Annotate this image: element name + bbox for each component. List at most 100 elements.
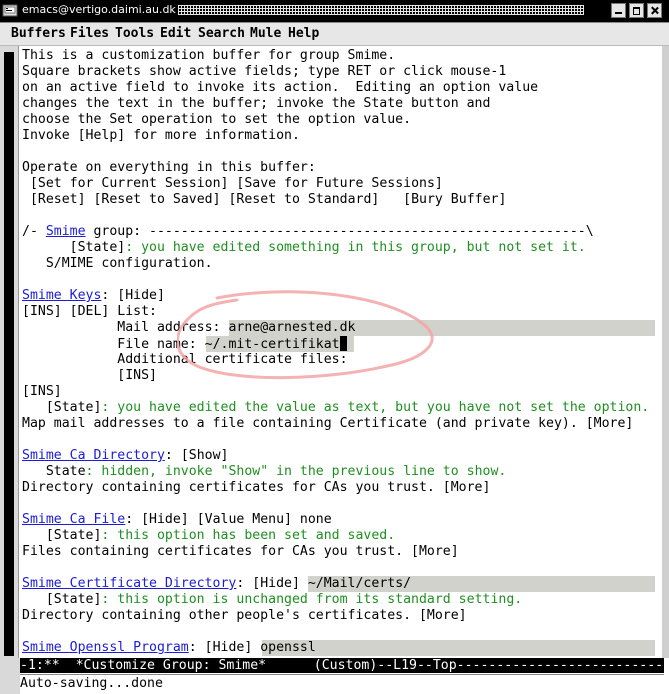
reset-to-standard-button[interactable]: [Reset to Standard] (228, 192, 379, 207)
intro-line: choose the Set operation to set the opti… (22, 112, 412, 127)
operate-row-1: [Set for Current Session] [Save for Futu… (22, 176, 443, 192)
frame-corner (0, 658, 20, 694)
keys-del-button[interactable]: [DEL] (70, 304, 110, 319)
menu-files[interactable]: Files (70, 26, 109, 41)
additional-files-label: Additional certificate files: (117, 352, 348, 367)
cert-directory-doc: Directory containing other people's cert… (22, 608, 419, 623)
keys-list-line: [INS] [DEL] List: (22, 304, 157, 320)
title-bar-pattern (178, 5, 584, 15)
minimize-icon[interactable] (611, 3, 626, 18)
additional-files-line: Additional certificate files: (22, 352, 348, 368)
smime-certificate-directory-link[interactable]: Smime Certificate Directory (22, 576, 236, 591)
group-link[interactable]: Smime (46, 224, 86, 239)
intro-line: This is a customization buffer for group… (22, 48, 396, 63)
smime-ca-directory-link[interactable]: Smime Ca Directory (22, 448, 165, 463)
menu-buffers[interactable]: Buffers (11, 26, 66, 41)
intro-line: changes the text in the buffer; invoke t… (22, 96, 491, 111)
smime-ca-file-link[interactable]: Smime Ca File (22, 512, 125, 527)
keys-state-button[interactable]: [State] (46, 400, 102, 415)
maximize-icon[interactable] (629, 3, 644, 18)
echo-area[interactable]: Auto-saving...done (20, 674, 664, 693)
keys-sep: : (101, 288, 118, 303)
ca-file-doc: Files containing certificates for CAs yo… (22, 544, 412, 559)
openssl-field[interactable]: openssl (260, 640, 316, 655)
group-state-text: : you have edited something in this grou… (125, 240, 586, 255)
cert-directory-field[interactable]: ~/Mail/certs/ (308, 576, 411, 591)
smime-keys-link[interactable]: Smime Keys (22, 288, 101, 303)
group-doc-text: S/MIME configuration. (45, 256, 213, 271)
intro-line: Invoke [Help] for more information. (22, 128, 300, 143)
menu-bar: Buffers Files Tools Edit Search Mule Hel… (0, 23, 669, 46)
keys-more-button[interactable]: [More] (586, 416, 634, 431)
bury-buffer-button[interactable]: [Bury Buffer] (403, 192, 506, 207)
cert-directory-doc-line: Directory containing other people's cert… (22, 608, 467, 624)
menu-help[interactable]: Help (288, 26, 319, 41)
reset-button[interactable]: [Reset] (30, 192, 86, 207)
save-for-future-sessions-button[interactable]: [Save for Future Sessions] (236, 176, 442, 191)
cert-directory-state-line: [State]: this option is unchanged from i… (22, 592, 522, 608)
ca-file-hide-button[interactable]: [Hide] (141, 512, 189, 527)
ca-file-state-text: : this option has been set and saved. (101, 528, 396, 543)
keys-doc-line: Map mail addresses to a file containing … (22, 416, 633, 432)
ca-directory-state-text: : hidden, invoke "Show" in the previous … (85, 464, 507, 479)
keys-ins-button[interactable]: [INS] (22, 304, 62, 319)
ca-file-doc-line: Files containing certificates for CAs yo… (22, 544, 459, 560)
outer-ins-line: [INS] (22, 384, 62, 400)
cert-directory-state-button[interactable]: [State] (46, 592, 102, 607)
reset-to-saved-button[interactable]: [Reset to Saved] (93, 192, 220, 207)
set-for-current-session-button[interactable]: [Set for Current Session] (30, 176, 229, 191)
ca-directory-state-line: State: hidden, invoke "Show" in the prev… (22, 464, 507, 480)
file-name-field[interactable]: ~/.mit-certifikat (205, 337, 340, 352)
close-icon[interactable] (647, 3, 662, 18)
ca-file-state-button[interactable]: [State] (46, 528, 102, 543)
group-state-button[interactable]: [State] (70, 240, 126, 255)
menu-tools[interactable]: Tools (115, 26, 154, 41)
keys-state-line: [State]: you have edited the value as te… (22, 400, 649, 416)
cert-directory-hide-button[interactable]: [Hide] (252, 576, 300, 591)
mail-address-line: Mail address: arne@arnested.dk (22, 320, 355, 336)
scrollbar-thumb[interactable] (4, 52, 14, 656)
additional-ins-button[interactable]: [INS] (117, 368, 157, 383)
file-name-label: File name: (117, 337, 205, 352)
ca-file-state-line: [State]: this option has been set and sa… (22, 528, 395, 544)
keys-doc: Map mail addresses to a file containing … (22, 416, 586, 431)
group-header: /- Smime group: ------------------------… (22, 224, 594, 240)
menu-mule[interactable]: Mule (250, 26, 281, 41)
window-fringe (662, 46, 669, 658)
keys-header: Smime Keys: [Hide] (22, 288, 165, 304)
ca-file-value: none (291, 512, 332, 527)
ca-directory-doc-line: Directory containing certificates for CA… (22, 480, 490, 496)
ca-file-more-button[interactable]: [More] (411, 544, 459, 559)
smime-openssl-program-link[interactable]: Smime Openssl Program (22, 640, 189, 655)
ca-directory-more-button[interactable]: [More] (443, 480, 491, 495)
intro-line: on an active field to invoke its action.… (22, 80, 539, 95)
openssl-header: Smime Openssl Program: [Hide] openssl (22, 640, 316, 655)
group-doc: S/MIME configuration. (22, 256, 213, 272)
ca-file-value-menu-button[interactable]: [Value Menu] (197, 512, 292, 527)
group-state-line: [State]: you have edited something in th… (22, 240, 586, 256)
mail-address-field[interactable]: arne@arnested.dk (228, 320, 355, 335)
customize-buffer[interactable]: This is a customization buffer for group… (22, 48, 662, 658)
cert-directory-more-button[interactable]: [More] (419, 608, 467, 623)
cert-directory-state-text: : this option is unchanged from its stan… (101, 592, 523, 607)
intro-line: Square brackets show active fields; type… (22, 64, 507, 79)
group-prefix: /- (22, 224, 46, 239)
openssl-hide-button[interactable]: [Hide] (205, 640, 253, 655)
emacs-icon (2, 4, 18, 17)
ca-directory-doc: Directory containing certificates for CA… (22, 480, 443, 495)
ca-directory-header: Smime Ca Directory: [Show] (22, 448, 229, 463)
cert-directory-header: Smime Certificate Directory: [Hide] ~/Ma… (22, 576, 412, 591)
menu-edit[interactable]: Edit (160, 26, 191, 41)
window-title: emacs@vertigo.daimi.au.dk (22, 3, 176, 16)
menu-search[interactable]: Search (198, 26, 245, 41)
openssl-field-bg (262, 640, 655, 656)
inner-ins-line: [INS] (22, 368, 157, 384)
ca-file-header: Smime Ca File: [Hide] [Value Menu] none (22, 512, 332, 527)
title-bar[interactable]: emacs@vertigo.daimi.au.dk (0, 0, 669, 23)
text-cursor (339, 336, 347, 351)
keys-outer-ins-button[interactable]: [INS] (22, 384, 62, 399)
emacs-window: emacs@vertigo.daimi.au.dk Buffers Files … (0, 0, 669, 694)
scrollbar[interactable] (0, 46, 19, 658)
keys-hide-button[interactable]: [Hide] (117, 288, 165, 303)
ca-directory-show-button[interactable]: [Show] (181, 448, 229, 463)
